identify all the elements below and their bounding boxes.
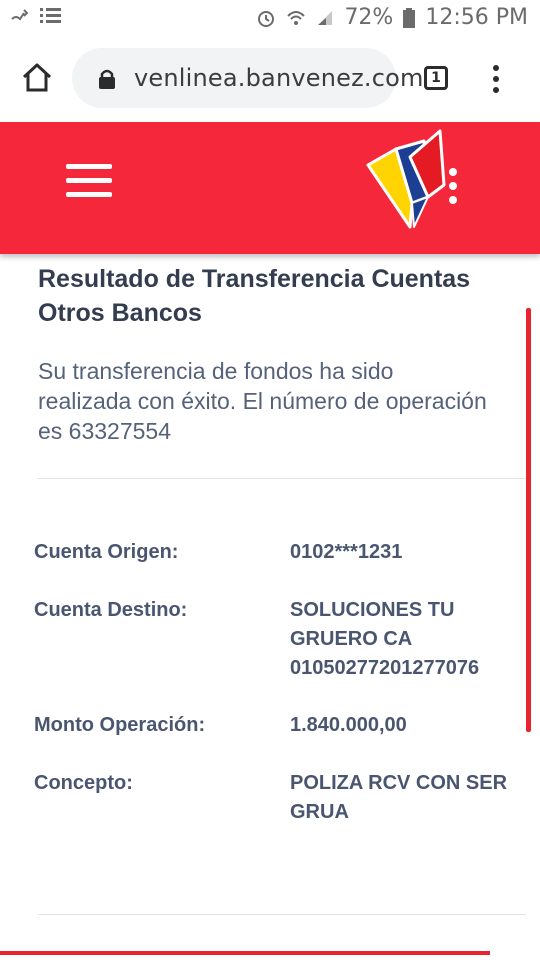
divider bbox=[38, 914, 526, 915]
browser-menu-icon[interactable] bbox=[491, 64, 501, 94]
origin-account-value: 0102***1231 bbox=[290, 541, 403, 563]
battery-icon bbox=[403, 7, 416, 28]
divider bbox=[38, 478, 526, 479]
scrollbar[interactable] bbox=[526, 308, 531, 732]
address-bar[interactable]: venlinea.banvenez.com bbox=[72, 48, 423, 108]
home-icon[interactable] bbox=[20, 60, 54, 94]
lock-icon bbox=[99, 69, 115, 89]
bank-logo bbox=[366, 129, 446, 229]
destination-account-label: Cuenta Destino: bbox=[34, 599, 188, 621]
url-text: venlinea.banvenez.com bbox=[134, 64, 424, 92]
wifi-icon bbox=[287, 10, 306, 25]
page-title: Resultado de Transferencia Cuentas Otros… bbox=[38, 265, 471, 327]
data-saver-icon bbox=[11, 9, 29, 21]
origin-account-label: Cuenta Origen: bbox=[34, 541, 179, 563]
status-left-icons bbox=[10, 7, 62, 25]
concept-label: Concepto: bbox=[34, 772, 133, 794]
amount-value: 1.840.000,00 bbox=[290, 714, 407, 736]
header-more-icon[interactable] bbox=[449, 168, 459, 208]
signal-icon bbox=[318, 10, 333, 25]
tab-switcher-button[interactable]: 1 bbox=[424, 66, 448, 90]
browser-toolbar: venlinea.banvenez.com 1 bbox=[0, 36, 540, 122]
amount-label: Monto Operación: bbox=[34, 714, 206, 736]
destination-account-value: SOLUCIONES TU GRUERO CA 0105027720127707… bbox=[290, 599, 480, 679]
battery-percent: 72% bbox=[344, 5, 394, 30]
concept-value: POLIZA RCV CON SER GRUA bbox=[290, 772, 508, 823]
success-message: Su transferencia de fondos ha sido reali… bbox=[38, 358, 487, 444]
clock: 12:56 PM bbox=[425, 5, 528, 30]
list-notification-icon bbox=[40, 8, 61, 23]
status-bar: 72% 12:56 PM bbox=[0, 0, 540, 36]
bottom-accent-bar bbox=[0, 951, 490, 955]
transfer-result-content: Resultado de Transferencia Cuentas Otros… bbox=[0, 254, 540, 960]
app-header bbox=[0, 122, 540, 254]
alarm-icon bbox=[258, 10, 275, 27]
status-right-icons: 72% 12:56 PM bbox=[256, 5, 528, 30]
hamburger-menu-icon[interactable] bbox=[66, 164, 112, 198]
